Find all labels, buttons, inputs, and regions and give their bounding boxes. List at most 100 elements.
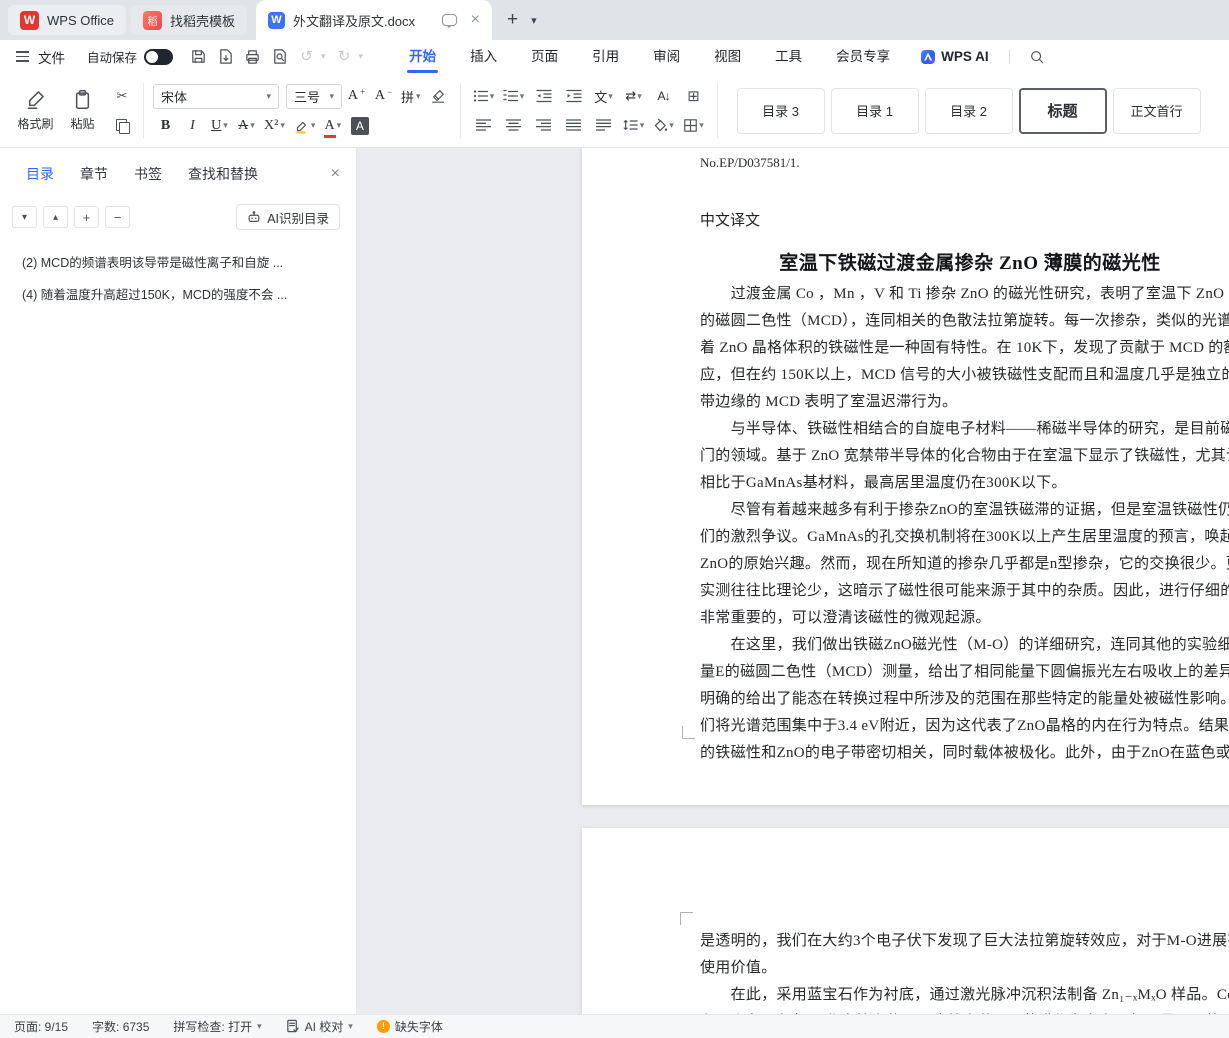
italic-button[interactable]: I — [180, 114, 205, 138]
collapse-level-button[interactable]: − — [105, 206, 130, 228]
redo-button[interactable]: ↻ — [331, 44, 358, 69]
document-text-line[interactable]: 在此，采用蓝宝石作为衬底，通过激光脉冲沉积法制备 Zn₁₋ₓMₓO 样品。Co，… — [700, 982, 1229, 1009]
strikethrough-button[interactable]: A ▾ — [234, 114, 259, 138]
print-button[interactable] — [239, 44, 266, 69]
tab-wps-home[interactable]: W WPS Office — [8, 5, 126, 35]
save-button[interactable] — [185, 44, 212, 69]
ribbon-tab-review[interactable]: 审阅 — [636, 40, 697, 73]
document-text-line[interactable]: 们的激烈争议。GaMnAs的孔交换机制将在300K以上产生居里温度的预言，唤起了… — [700, 524, 1229, 551]
columns-button[interactable]: ⊞ — [680, 84, 708, 108]
font-name-select[interactable]: 宋体 ▾ — [153, 83, 279, 109]
hamburger-menu-icon[interactable] — [16, 51, 29, 62]
ai-proofread[interactable]: AI 校对 ▾ — [286, 1018, 353, 1035]
document-text-line[interactable]: 明确的给出了能态在转换过程中所涉及的范围在那些特定的能量处被磁性影响。在这里 — [700, 686, 1229, 713]
bold-button[interactable]: B — [153, 114, 178, 138]
redo-caret-icon[interactable]: ▾ — [359, 51, 364, 62]
decrease-indent-button[interactable] — [530, 84, 558, 108]
ribbon-tab-page[interactable]: 页面 — [514, 40, 575, 73]
document-text-line[interactable]: 着 ZnO 晶格体积的铁磁性是一种固有特性。在 10K下，发现了贡献于 MCD … — [700, 335, 1229, 362]
tab-docer-templates[interactable]: 稻 找稻壳模板 — [130, 5, 247, 35]
increase-indent-button[interactable] — [560, 84, 588, 108]
word-count[interactable]: 字数: 6735 — [92, 1018, 149, 1035]
document-text-line[interactable]: 们将光谱范围集中于3.4 eV附近，因为这代表了ZnO晶格的内在行为特点。结果显… — [700, 713, 1229, 740]
underline-button[interactable]: U ▾ — [207, 114, 232, 138]
autosave-toggle[interactable] — [144, 48, 174, 65]
tab-active-document[interactable]: W 外文翻译及原文.docx × — [255, 0, 492, 40]
export-button[interactable] — [212, 44, 239, 69]
document-canvas[interactable]: No.EP/D037581/1. 中文译文 室温下铁磁过渡金属掺杂 ZnO 薄膜… — [357, 148, 1229, 1014]
document-text-line[interactable]: 带边缘的 MCD 表明了室温迟滞行为。 — [700, 389, 1229, 416]
document-text-line[interactable]: 量E的磁圆二色性（MCD）测量，给出了相同能量下圆偏振光左右吸收上的差异。因此 — [700, 659, 1229, 686]
pane-tab-chapters[interactable]: 章节 — [80, 164, 108, 184]
comment-bubble-icon[interactable] — [441, 14, 457, 28]
text-direction-button[interactable]: ⇄ ▾ — [620, 84, 648, 108]
decrease-font-button[interactable]: A − — [371, 84, 396, 108]
reference-number[interactable]: No.EP/D037581/1. — [700, 154, 1229, 172]
close-tab-icon[interactable]: × — [471, 12, 480, 28]
pane-tab-toc[interactable]: 目录 — [26, 164, 54, 184]
style-card-heading-selected[interactable]: 标题 — [1018, 87, 1107, 134]
tab-list-caret-icon[interactable]: ▾ — [531, 14, 537, 27]
font-size-select[interactable]: 三号 ▾ — [286, 83, 342, 109]
collapse-all-button[interactable]: ▴ — [43, 206, 68, 228]
line-spacing-button[interactable]: ▾ — [620, 113, 648, 137]
align-right-button[interactable] — [530, 113, 558, 137]
section-heading[interactable]: 中文译文 — [700, 210, 1229, 232]
page-indicator[interactable]: 页面: 9/15 — [14, 1018, 68, 1035]
search-button[interactable] — [1022, 44, 1052, 70]
sort-button[interactable]: A↓ — [650, 84, 678, 108]
font-color-button[interactable]: A ▾ — [320, 114, 345, 138]
style-card-toc3[interactable]: 目录 3 — [736, 87, 825, 134]
missing-font-warning[interactable]: ! 缺失字体 — [376, 1018, 443, 1035]
document-text-line[interactable]: 是透明的，我们在大约3个电子伏下发现了巨大法拉第旋转效应，对于M-O进展有着潜在 — [700, 928, 1229, 955]
pane-tab-find-replace[interactable]: 查找和替换 — [188, 164, 258, 184]
align-left-button[interactable] — [470, 113, 498, 137]
document-text-line[interactable]: 在这里，我们做出铁磁ZnO磁光性（M-O）的详细研究，连同其他的实验细节。光 — [700, 632, 1229, 659]
ribbon-tab-home[interactable]: 开始 — [392, 40, 453, 73]
document-text-line[interactable]: 相比于GaMnAs基材料，最高居里温度仍在300K以下。 — [700, 470, 1229, 497]
justify-button[interactable] — [560, 113, 588, 137]
shading-button[interactable]: ▾ — [650, 113, 678, 137]
document-text-line[interactable]: 门的领域。基于 ZnO 宽禁带半导体的化合物由于在室温下显示了铁磁性，尤其让人们 — [700, 443, 1229, 470]
toc-item[interactable]: (2) MCD的频谱表明该导带是磁性离子和自旋 ... — [22, 252, 344, 271]
style-card-body-first-indent[interactable]: 正文首行 — [1112, 87, 1201, 134]
document-text-line[interactable]: 非常重要的，可以澄清该磁性的微观起源。 — [700, 605, 1229, 632]
align-center-button[interactable] — [500, 113, 528, 137]
ribbon-tab-insert[interactable]: 插入 — [453, 40, 514, 73]
document-text-line[interactable]: 尽管有着越来越多有利于掺杂ZnO的室温铁磁滞的证据，但是室温铁磁性仍然引起 — [700, 497, 1229, 524]
char-shading-button[interactable]: A — [347, 114, 372, 138]
new-tab-button[interactable]: + — [507, 9, 518, 31]
document-text-line[interactable]: 使用价值。 — [700, 955, 1229, 982]
ai-recognize-toc-button[interactable]: AI识别目录 — [236, 204, 340, 230]
ribbon-tab-membership[interactable]: 会员专享 — [819, 40, 907, 73]
spellcheck-status[interactable]: 拼写检查: 打开 ▾ — [173, 1018, 261, 1035]
document-text-line[interactable]: 应，但在约 150K以上，MCD 信号的大小被铁磁性支配而且和温度几乎是独立的。… — [700, 362, 1229, 389]
document-title[interactable]: 室温下铁磁过渡金属掺杂 ZnO 薄膜的磁光性 — [700, 250, 1229, 277]
bullet-list-button[interactable]: ▾ — [470, 84, 498, 108]
clear-format-button[interactable] — [426, 84, 451, 108]
ribbon-tab-references[interactable]: 引用 — [575, 40, 636, 73]
ribbon-tab-tools[interactable]: 工具 — [758, 40, 819, 73]
undo-button[interactable]: ↺ — [293, 44, 320, 69]
copy-button[interactable] — [110, 115, 134, 135]
ribbon-tab-view[interactable]: 视图 — [697, 40, 758, 73]
format-painter-button[interactable]: 格式刷 — [12, 79, 59, 142]
expand-all-button[interactable]: ▾ — [12, 206, 37, 228]
highlight-button[interactable]: ▾ — [290, 114, 319, 138]
pane-tab-bookmarks[interactable]: 书签 — [134, 164, 162, 184]
undo-caret-icon[interactable]: ▾ — [321, 51, 326, 62]
increase-font-button[interactable]: A + — [344, 84, 369, 108]
phonetic-guide-button[interactable]: 拼 ▾ — [398, 84, 424, 108]
document-text-line[interactable]: 的铁磁性和ZnO的电子带密切相关，同时载体被极化。此外，由于ZnO在蓝色或紫外线 — [700, 740, 1229, 767]
document-text-line[interactable]: 与半导体、铁磁性相结合的自旋电子材料——稀磁半导体的研究，是目前磁学方面 — [700, 416, 1229, 443]
asian-layout-button[interactable]: 文 ▾ — [590, 84, 618, 108]
document-text-line[interactable]: 实测往往比理论少，这暗示了磁性很可能来源于其中的杂质。因此，进行仔细的实验研 — [700, 578, 1229, 605]
paste-button[interactable]: 粘贴 — [59, 79, 106, 142]
numbered-list-button[interactable]: ▾ — [500, 84, 528, 108]
toc-item[interactable]: (4) 随着温度升高超过150K，MCD的强度不会 ... — [22, 284, 344, 303]
expand-level-button[interactable]: + — [74, 206, 99, 228]
close-pane-icon[interactable]: × — [331, 166, 340, 182]
document-text-line[interactable]: 过渡金属 Co ，Mn ，V 和 Ti 掺杂 ZnO 的磁光性研究，表明了室温下… — [700, 281, 1229, 308]
document-page-1[interactable]: No.EP/D037581/1. 中文译文 室温下铁磁过渡金属掺杂 ZnO 薄膜… — [582, 148, 1229, 805]
document-text-line[interactable]: ZnO的原始兴趣。然而，现在所知道的掺杂几乎都是n型掺杂，它的交换很少。更重要的 — [700, 551, 1229, 578]
